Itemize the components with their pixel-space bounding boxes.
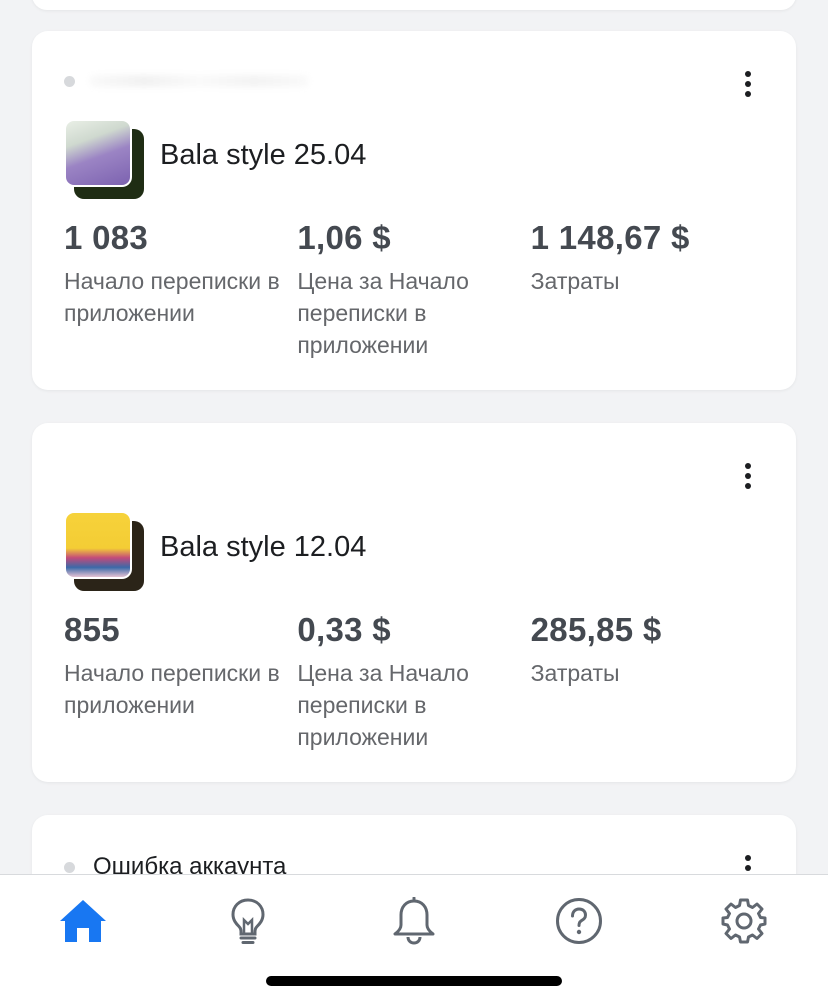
metric-label: Цена за Начало переписки в приложении bbox=[297, 268, 469, 358]
metric-value: 1 148,67 $ bbox=[530, 219, 690, 256]
metric-value: 1,06 $ bbox=[297, 219, 391, 256]
metric-label: Начало переписки в приложении bbox=[64, 660, 280, 718]
metric-label: Затраты bbox=[530, 268, 620, 294]
tab-home[interactable] bbox=[57, 895, 109, 947]
campaign-name[interactable]: Bala style 25.04 bbox=[160, 139, 366, 172]
metric-spend: 285,85 $ Затраты bbox=[531, 611, 764, 753]
metric-spend: 1 148,67 $ Затраты bbox=[531, 219, 764, 361]
tab-help[interactable] bbox=[553, 895, 605, 947]
tab-tips[interactable] bbox=[222, 895, 274, 947]
metrics-row: 1 083 Начало переписки в приложении 1,06… bbox=[64, 219, 764, 361]
more-options-button[interactable] bbox=[736, 459, 760, 493]
status-dot bbox=[64, 861, 75, 873]
status-dot bbox=[64, 75, 75, 87]
metric-label: Цена за Начало переписки в приложении bbox=[297, 660, 469, 750]
metric-cost-per-conversation: 1,06 $ Цена за Начало переписки в прилож… bbox=[297, 219, 530, 361]
help-icon bbox=[556, 898, 602, 944]
campaign-card[interactable]: Bala style 12.04 855 Начало переписки в … bbox=[32, 423, 796, 782]
campaign-name[interactable]: Bala style 12.04 bbox=[160, 531, 366, 564]
lightbulb-icon bbox=[231, 898, 265, 944]
metric-cost-per-conversation: 0,33 $ Цена за Начало переписки в прилож… bbox=[297, 611, 530, 753]
campaign-card[interactable]: Bala style 25.04 1 083 Начало переписки … bbox=[32, 31, 796, 390]
campaign-thumbnail bbox=[64, 119, 146, 201]
metric-value: 855 bbox=[64, 611, 120, 648]
metric-label: Начало переписки в приложении bbox=[64, 268, 280, 326]
metrics-row: 855 Начало переписки в приложении 0,33 $… bbox=[64, 611, 764, 753]
campaign-thumbnail bbox=[64, 511, 146, 593]
more-options-button[interactable] bbox=[736, 67, 760, 101]
gear-icon bbox=[721, 898, 767, 944]
home-indicator bbox=[266, 976, 562, 986]
metric-value: 1 083 bbox=[64, 219, 149, 256]
status-row bbox=[64, 75, 309, 87]
metric-value: 285,85 $ bbox=[530, 611, 662, 648]
metric-conversations: 855 Начало переписки в приложении bbox=[64, 611, 297, 753]
home-icon bbox=[60, 900, 106, 942]
previous-card[interactable] bbox=[32, 0, 796, 10]
bell-icon bbox=[393, 897, 435, 945]
metric-conversations: 1 083 Начало переписки в приложении bbox=[64, 219, 297, 361]
metric-label: Затраты bbox=[530, 660, 620, 686]
tab-notifications[interactable] bbox=[388, 895, 440, 947]
redacted-status bbox=[89, 75, 309, 87]
metric-value: 0,33 $ bbox=[297, 611, 391, 648]
tab-settings[interactable] bbox=[718, 895, 770, 947]
